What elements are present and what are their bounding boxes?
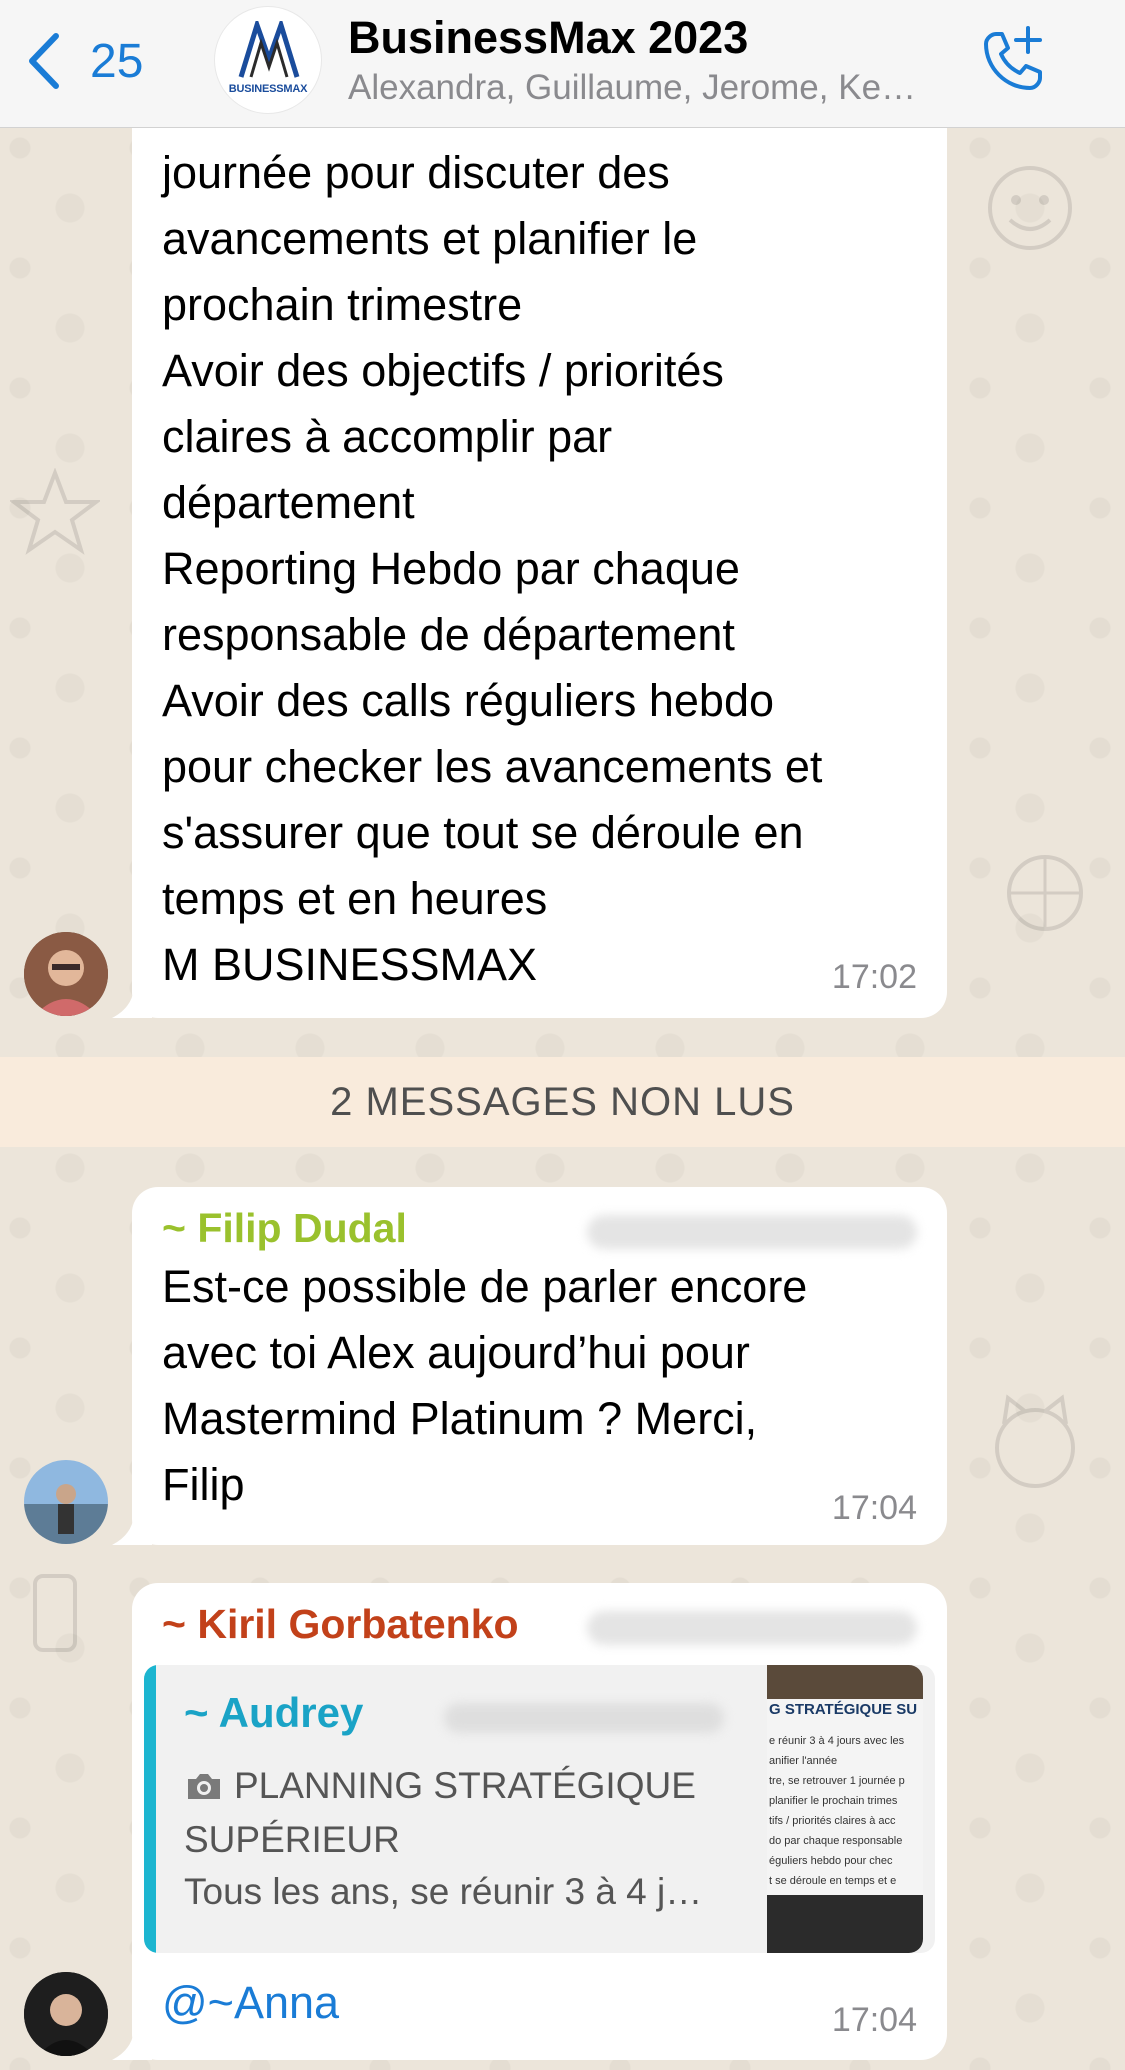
message-line: Est-ce possible de parler encore xyxy=(162,1261,808,1312)
quote-title-line2: SUPÉRIEUR xyxy=(184,1819,400,1860)
message-line: temps et en heures xyxy=(162,873,548,924)
message-bubble[interactable]: journée pour discuter des avancements et… xyxy=(112,128,947,1018)
thumbnail-line: anifier l'année xyxy=(769,1755,838,1767)
mention-link[interactable]: @~Anna xyxy=(162,1977,339,2029)
message-line: avancements et planifier le xyxy=(162,213,698,264)
sender-phone-redacted xyxy=(587,1611,917,1645)
thumbnail-line: do par chaque responsable xyxy=(769,1835,903,1847)
businessmax-logo-icon xyxy=(238,21,300,78)
person-photo-icon xyxy=(24,932,108,1016)
back-unread-count[interactable]: 25 xyxy=(90,34,143,89)
message-line: Filip xyxy=(162,1459,245,1510)
thumbnail-line: t se déroule en temps et e xyxy=(769,1875,897,1887)
message-line: avec toi Alex aujourd’hui pour xyxy=(162,1327,750,1378)
thumbnail-line: tifs / priorités claires à acc xyxy=(769,1815,896,1827)
group-avatar[interactable]: BUSINESSMAX xyxy=(214,6,322,114)
message-line: s'assurer que tout se déroule en xyxy=(162,807,804,858)
thumbnail-line: éguliers hebdo pour chec xyxy=(769,1855,893,1867)
bubble-tail xyxy=(112,988,152,1018)
message-text: journée pour discuter des avancements et… xyxy=(132,128,947,998)
chat-header: 25 BUSINESSMAX BusinessMax 2023 Alexandr… xyxy=(0,0,1125,128)
message-line: Avoir des calls réguliers hebdo xyxy=(162,675,775,726)
add-call-icon[interactable] xyxy=(972,22,1052,102)
quote-snippet: Tous les ans, se réunir 3 à 4 j… xyxy=(184,1871,703,1912)
group-title[interactable]: BusinessMax 2023 xyxy=(348,12,748,64)
thumbnail-line: planifier le prochain trimes xyxy=(769,1795,898,1807)
sender-avatar[interactable] xyxy=(24,932,108,1016)
logo-text: BUSINESSMAX xyxy=(228,83,308,95)
message-line: M BUSINESSMAX xyxy=(162,939,538,990)
sender-avatar[interactable] xyxy=(24,1460,108,1544)
person-photo-icon xyxy=(24,1460,108,1544)
message-time: 17:04 xyxy=(831,2001,917,2039)
wallpaper-ball-icon xyxy=(1007,855,1083,931)
wallpaper-smiley-icon xyxy=(988,166,1072,250)
message-line: prochain trimestre xyxy=(162,279,523,330)
wallpaper-cat-icon xyxy=(995,1394,1075,1488)
message-line: département xyxy=(162,477,415,528)
camera-icon xyxy=(188,1774,220,1799)
message-line: journée pour discuter des xyxy=(162,147,670,198)
quote-phone-redacted xyxy=(444,1703,724,1733)
message-line: Reporting Hebdo par chaque xyxy=(162,543,740,594)
bubble-tail xyxy=(112,2030,152,2060)
message-line: claires à accomplir par xyxy=(162,411,613,462)
thumbnail-text: e réunir 3 à 4 jours avec les anifier l'… xyxy=(769,1731,905,1891)
quote-title: PLANNING STRATÉGIQUE SUPÉRIEUR xyxy=(184,1759,724,1867)
wallpaper-phone-icon xyxy=(33,1574,77,1652)
person-photo-icon xyxy=(24,1972,108,2056)
quote-title-line1: PLANNING STRATÉGIQUE xyxy=(234,1765,696,1806)
message-text: Est-ce possible de parler encore avec to… xyxy=(132,1252,947,1518)
message-line: Mastermind Platinum ? Merci, xyxy=(162,1393,758,1444)
message-bubble[interactable]: ~ Filip Dudal Est-ce possible de parler … xyxy=(112,1187,947,1545)
chevron-left-icon[interactable] xyxy=(22,28,66,94)
message-time: 17:02 xyxy=(831,958,917,996)
quote-accent-bar xyxy=(144,1665,156,1953)
message-bubble[interactable]: ~ Kiril Gorbatenko ~ Audrey PLANNING STR… xyxy=(112,1583,947,2060)
wallpaper-star-icon xyxy=(10,468,100,555)
group-members[interactable]: Alexandra, Guillaume, Jerome, Ke… xyxy=(348,68,948,108)
quote-sender: ~ Audrey xyxy=(184,1689,364,1736)
message-line: Avoir des objectifs / priorités xyxy=(162,345,724,396)
thumbnail-top xyxy=(767,1665,923,1699)
message-line: responsable de département xyxy=(162,609,735,660)
sender-avatar[interactable] xyxy=(24,1972,108,2056)
message-line: pour checker les avancements et xyxy=(162,741,823,792)
quote-image-thumbnail[interactable]: G STRATÉGIQUE SU e réunir 3 à 4 jours av… xyxy=(767,1665,923,1953)
thumbnail-heading: G STRATÉGIQUE SU xyxy=(769,1701,918,1718)
quoted-message[interactable]: ~ Audrey PLANNING STRATÉGIQUE SUPÉRIEUR … xyxy=(144,1665,935,1953)
bubble-tail xyxy=(112,1515,152,1545)
thumbnail-line: e réunir 3 à 4 jours avec les xyxy=(769,1735,905,1747)
thumbnail-line: tre, se retrouver 1 journée p xyxy=(769,1775,905,1787)
unread-messages-banner: 2 MESSAGES NON LUS xyxy=(0,1057,1125,1147)
sender-phone-redacted xyxy=(587,1215,917,1249)
thumbnail-bottom xyxy=(767,1895,923,1953)
message-time: 17:04 xyxy=(831,1489,917,1527)
